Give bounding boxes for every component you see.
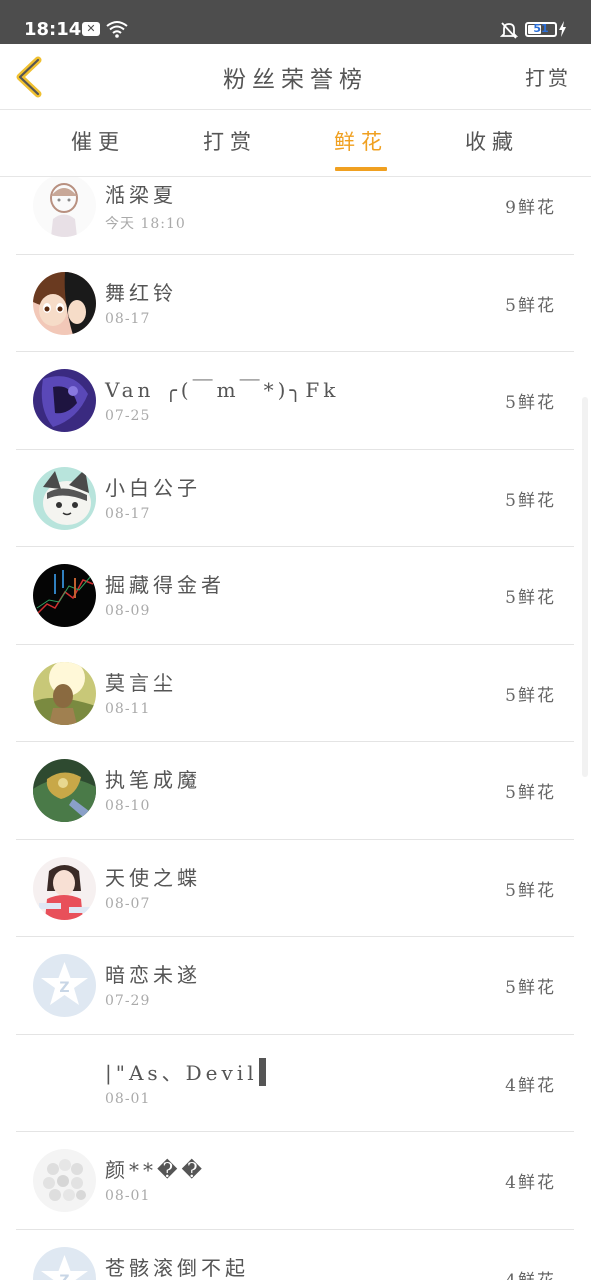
fan-name: 掘藏得金者: [105, 573, 225, 597]
avatar[interactable]: [33, 661, 96, 725]
list-item[interactable]: Van ╭(￣m￣*)╮Fk 07-25 5鲜花: [16, 352, 574, 450]
svg-text:Z: Z: [59, 1273, 69, 1280]
fan-date: 08-01: [105, 1090, 151, 1107]
flower-count: 5鲜花: [505, 295, 556, 316]
fan-date: 08-10: [105, 798, 151, 814]
fan-name: 苍骸滚倒不起: [105, 1255, 249, 1280]
avatar[interactable]: [33, 271, 96, 335]
list-item[interactable]: 颜**�� 08-01 4鲜花: [16, 1132, 574, 1230]
fan-date: 今天 18:10: [105, 216, 186, 232]
list-item[interactable]: Z 苍骸滚倒不起 4鲜花: [16, 1230, 574, 1280]
fan-name: 小白公子: [105, 475, 201, 500]
fan-date: 08-09: [105, 603, 151, 619]
flower-count: 4鲜花: [505, 1173, 556, 1193]
avatar[interactable]: [33, 369, 96, 432]
svg-text:Z: Z: [59, 980, 69, 996]
charging-icon: [558, 21, 567, 41]
fan-name: Van ╭(￣m￣*)╮Fk: [105, 378, 340, 402]
flower-count: 5鲜花: [505, 490, 556, 511]
fan-date: 08-07: [105, 895, 151, 912]
fan-name-text: |"As、Devil: [105, 1060, 258, 1085]
fan-name: 执笔成魔: [105, 768, 201, 792]
fan-date: 07-25: [105, 408, 151, 424]
tab-reward[interactable]: 打赏: [170, 111, 290, 177]
fan-date: 08-17: [105, 310, 151, 327]
fan-date: 07-29: [105, 993, 151, 1009]
fan-name: 暗恋未遂: [105, 963, 201, 987]
reward-button[interactable]: 打赏: [525, 62, 571, 91]
list-item[interactable]: 莫言尘 08-11 5鲜花: [16, 645, 574, 742]
flower-count: 4鲜花: [505, 1075, 556, 1096]
flower-count: 5鲜花: [505, 393, 556, 413]
avatar[interactable]: Z: [33, 954, 96, 1017]
avatar[interactable]: [33, 856, 96, 920]
fan-date: 08-17: [105, 505, 151, 522]
tab-favorites[interactable]: 收藏: [432, 111, 552, 177]
list-item[interactable]: 湉梁夏 今天 18:10 9鲜花: [16, 177, 574, 255]
avatar[interactable]: [33, 1051, 96, 1115]
app-header: 粉丝荣誉榜 打赏: [0, 44, 591, 110]
avatar[interactable]: [33, 177, 96, 237]
close-notification-icon: ✕: [82, 22, 100, 36]
fan-name: 湉梁夏: [105, 183, 177, 207]
battery-level: 51: [533, 22, 549, 35]
fan-date: 08-11: [105, 700, 151, 717]
status-bar: 18:14 ✕ 51: [0, 0, 591, 44]
fan-name: 莫言尘: [105, 670, 177, 695]
flower-count: 5鲜花: [505, 685, 556, 706]
flower-count: 4鲜花: [505, 1266, 556, 1280]
text-cursor-block: [258, 1057, 266, 1086]
list-item[interactable]: Z 暗恋未遂 07-29 5鲜花: [16, 937, 574, 1035]
list-item[interactable]: 天使之蝶 08-07 5鲜花: [16, 840, 574, 937]
avatar[interactable]: [33, 759, 96, 822]
bell-muted-icon: [499, 21, 519, 43]
avatar[interactable]: [33, 466, 96, 530]
fan-name: 舞红铃: [105, 280, 177, 305]
avatar[interactable]: [33, 1149, 96, 1212]
list-item[interactable]: 舞红铃 08-17 5鲜花: [16, 255, 574, 352]
tab-urge[interactable]: 催更: [38, 111, 158, 177]
list-item[interactable]: 小白公子 08-17 5鲜花: [16, 450, 574, 547]
list-item[interactable]: 掘藏得金者 08-09 5鲜花: [16, 547, 574, 645]
list-scrollbar[interactable]: [582, 397, 588, 777]
active-tab-indicator: [335, 167, 387, 171]
flower-count: 9鲜花: [505, 198, 556, 218]
fan-name: |"As、Devil: [105, 1057, 266, 1086]
avatar[interactable]: [33, 564, 96, 627]
list-item[interactable]: 执笔成魔 08-10 5鲜花: [16, 742, 574, 840]
flower-count: 5鲜花: [505, 588, 556, 608]
page-title: 粉丝荣誉榜: [223, 67, 368, 93]
fan-name: 颜**��: [105, 1158, 207, 1182]
wifi-icon: [106, 20, 128, 42]
avatar[interactable]: Z: [33, 1246, 96, 1280]
tab-bar: 催更 打赏 鲜花 收藏: [0, 111, 591, 177]
fan-name: 天使之蝶: [105, 865, 201, 890]
flower-count: 5鲜花: [505, 783, 556, 803]
flower-count: 5鲜花: [505, 880, 556, 901]
fan-ranking-list[interactable]: 湉梁夏 今天 18:10 9鲜花 舞红铃 08-17 5鲜花 Van ╭(￣m￣…: [0, 177, 591, 1280]
battery-icon: 51: [525, 22, 557, 37]
list-item[interactable]: |"As、Devil 08-01 4鲜花: [16, 1035, 574, 1132]
status-time: 18:14: [24, 19, 82, 40]
flower-count: 5鲜花: [505, 978, 556, 998]
fan-date: 08-01: [105, 1188, 151, 1204]
